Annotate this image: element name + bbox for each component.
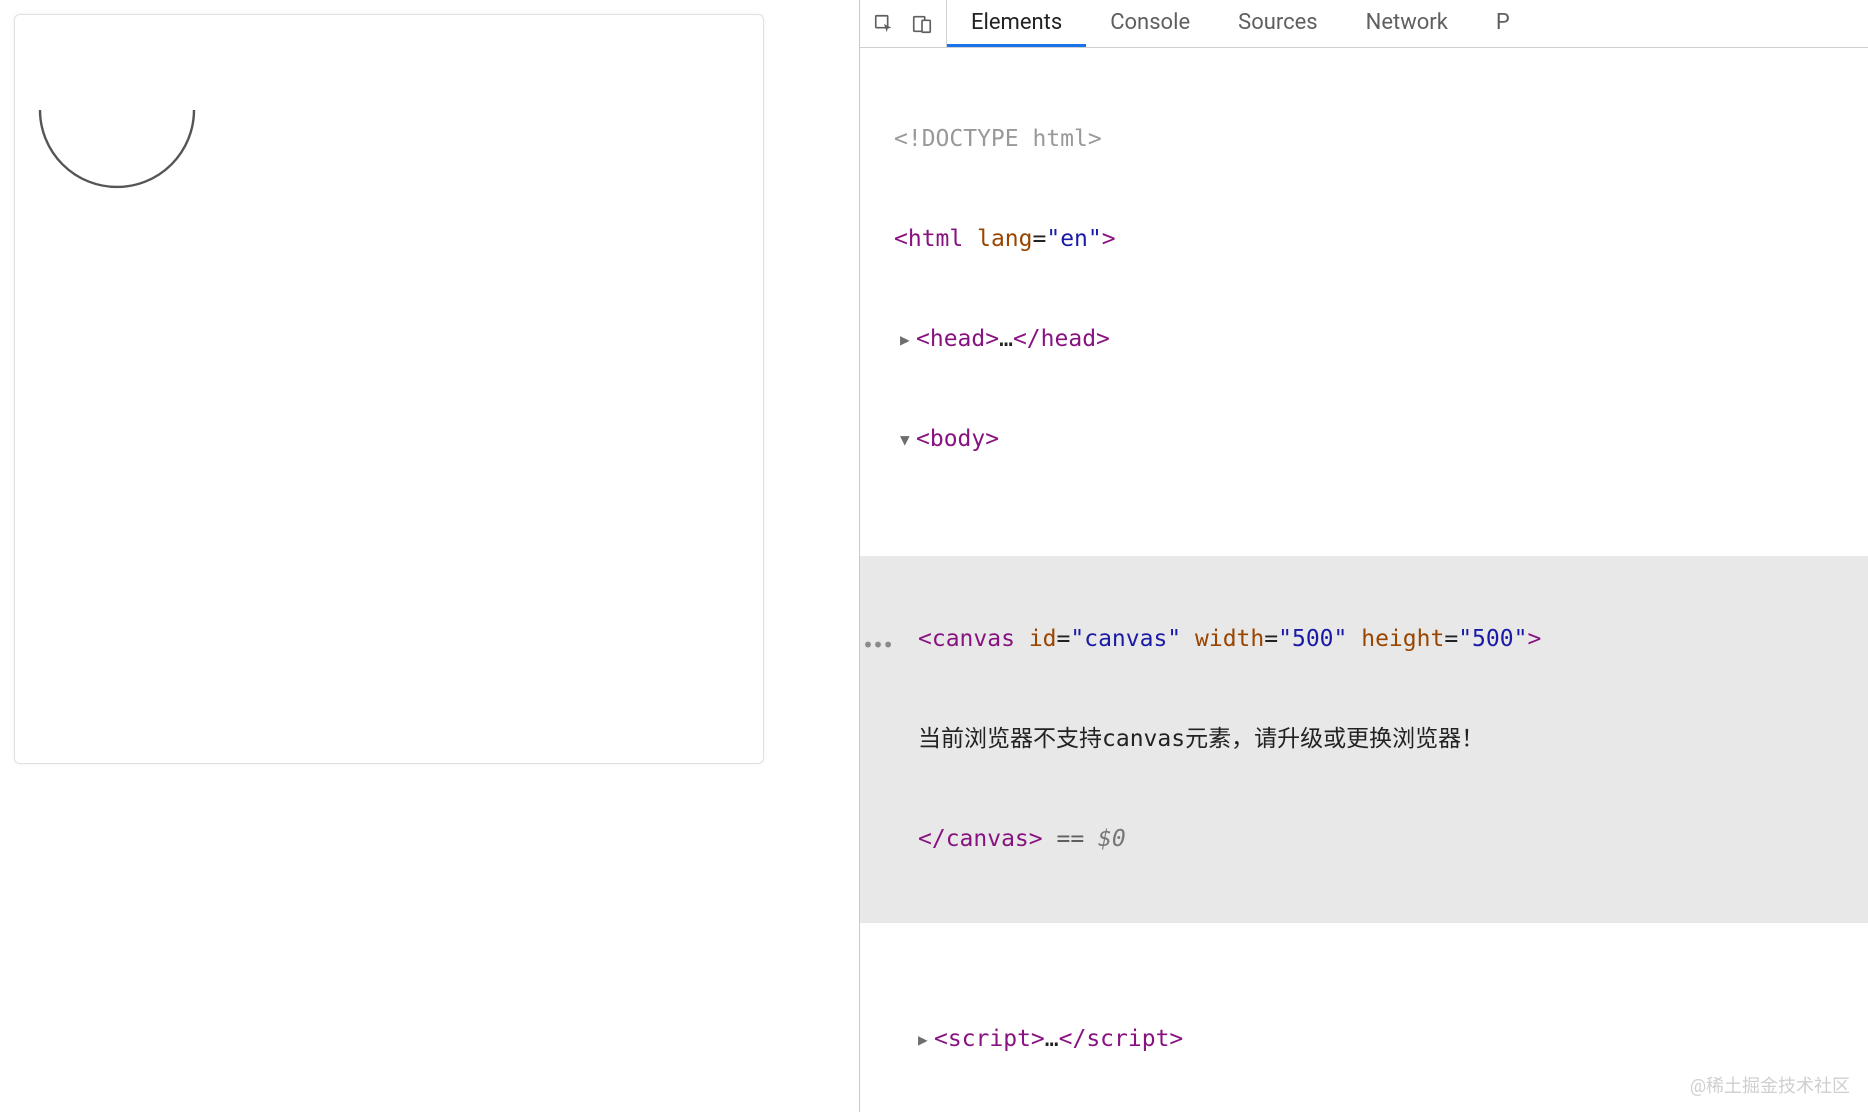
page-pane: [0, 0, 859, 1112]
chevron-down-icon[interactable]: ▼: [900, 428, 916, 451]
dom-head[interactable]: ▶<head>…</head>: [860, 323, 1868, 356]
ellipsis-icon[interactable]: •••: [862, 631, 892, 660]
dom-body-open[interactable]: ▼<body>: [860, 423, 1868, 456]
tab-elements[interactable]: Elements: [947, 0, 1086, 47]
inspect-icon[interactable]: [872, 12, 896, 36]
dom-tree[interactable]: <!DOCTYPE html> <html lang="en"> ▶<head>…: [860, 48, 1868, 1112]
dom-script[interactable]: ▶<script>…</script>: [860, 1023, 1868, 1056]
devtools-panel: Elements Console Sources Network P <!DOC…: [859, 0, 1868, 1112]
device-toggle-icon[interactable]: [910, 12, 934, 36]
canvas-element[interactable]: [14, 14, 764, 764]
dom-selected-node[interactable]: ••• <canvas id="canvas" width="500" heig…: [860, 556, 1868, 923]
devtools-toolbar: Elements Console Sources Network P: [860, 0, 1868, 48]
tab-console[interactable]: Console: [1086, 0, 1214, 47]
canvas-fallback-text: 当前浏览器不支持canvas元素，请升级或更换浏览器！: [918, 726, 1484, 752]
watermark: @稀土掘金技术社区: [1690, 1072, 1850, 1098]
chevron-right-icon[interactable]: ▶: [900, 328, 916, 351]
tab-network[interactable]: Network: [1342, 0, 1472, 47]
tab-sources[interactable]: Sources: [1214, 0, 1342, 47]
chevron-right-icon[interactable]: ▶: [918, 1028, 934, 1051]
dom-html-open[interactable]: <html lang="en">: [860, 223, 1868, 256]
canvas-arc: [35, 25, 205, 200]
dom-doctype[interactable]: <!DOCTYPE html>: [860, 123, 1868, 156]
tab-more[interactable]: P: [1472, 0, 1534, 47]
